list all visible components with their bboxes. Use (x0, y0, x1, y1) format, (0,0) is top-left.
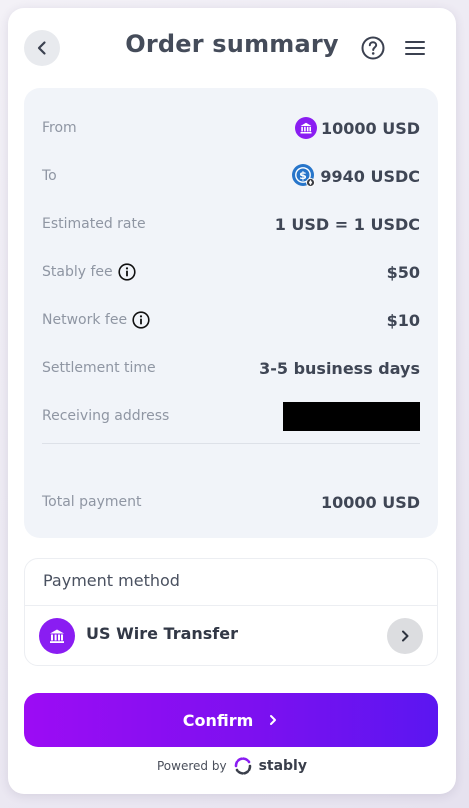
settlement-row: Settlement time 3-5 business days (42, 356, 420, 380)
rate-label: Estimated rate (42, 216, 146, 232)
page-title: Order summary (125, 30, 339, 58)
settlement-label: Settlement time (42, 360, 156, 376)
to-label: To (42, 168, 57, 184)
summary-panel: From 10000 USD To $ 9940 USDC Estimated … (24, 88, 438, 538)
stably-logo-icon (234, 757, 251, 775)
network-fee-row: Network fee $10 (42, 308, 420, 332)
payment-method-title: Payment method (43, 571, 180, 590)
chevron-right-icon (270, 715, 277, 725)
chevron-right-icon (402, 630, 409, 642)
stably-fee-row: Stably fee $50 (42, 260, 420, 284)
header: Order summary (8, 8, 456, 86)
total-row: Total payment 10000 USD (42, 490, 420, 514)
confirm-button[interactable]: Confirm (24, 693, 438, 747)
stably-brand: stably (258, 758, 307, 774)
bank-icon (39, 618, 75, 654)
help-button[interactable] (360, 35, 386, 61)
payment-method-arrow[interactable] (387, 618, 423, 654)
from-row: From 10000 USD (42, 116, 420, 140)
info-icon[interactable] (118, 263, 136, 281)
divider (42, 443, 420, 444)
order-summary-card: Order summary From 10000 USD To $ 9940 U… (8, 8, 456, 794)
rate-row: Estimated rate 1 USD = 1 USDC (42, 212, 420, 236)
total-label: Total payment (42, 494, 142, 510)
bank-icon (294, 117, 317, 139)
rate-value: 1 USD = 1 USDC (274, 214, 420, 234)
from-value: 10000 USD (320, 118, 420, 138)
question-circle-icon (361, 36, 385, 60)
to-value: 9940 USDC (320, 166, 420, 186)
to-row: To $ 9940 USDC (42, 164, 420, 188)
redacted-address (283, 401, 420, 431)
payment-method-option[interactable]: US Wire Transfer (25, 606, 437, 666)
from-label: From (42, 120, 77, 136)
stably-fee-value: $50 (386, 262, 420, 282)
network-fee-label: Network fee (42, 312, 128, 328)
receiving-address-row: Receiving address (42, 401, 420, 431)
powered-by: Powered by stably (8, 756, 456, 776)
powered-by-label: Powered by (157, 759, 227, 773)
stably-fee-label: Stably fee (42, 264, 113, 280)
settlement-value: 3-5 business days (259, 358, 420, 378)
confirm-label: Confirm (182, 710, 254, 730)
menu-button[interactable] (403, 38, 427, 58)
payment-method-label: US Wire Transfer (86, 624, 238, 643)
hamburger-menu-icon (405, 41, 425, 55)
receiving-address-label: Receiving address (42, 408, 170, 424)
total-value: 10000 USD (320, 492, 420, 512)
svg-text:$: $ (300, 169, 308, 182)
usdc-icon: $ (292, 164, 316, 187)
info-icon[interactable] (132, 311, 150, 329)
payment-method-panel: Payment method US Wire Transfer (24, 558, 438, 666)
network-fee-value: $10 (386, 310, 420, 330)
